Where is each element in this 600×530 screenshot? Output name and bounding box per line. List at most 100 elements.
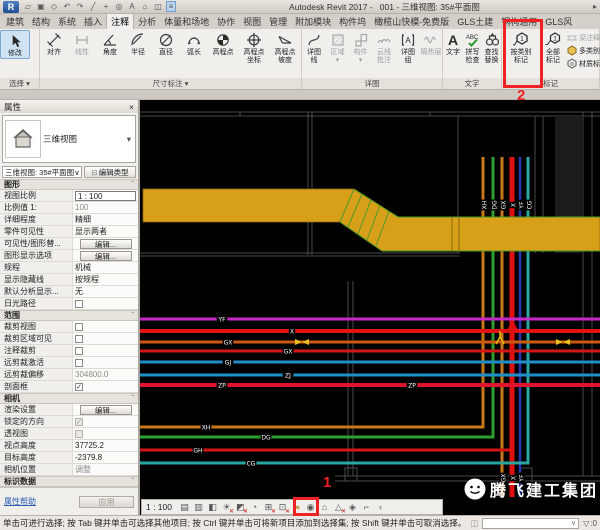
sun-path-icon[interactable]: ☀✕ xyxy=(220,501,233,514)
button-多类别[interactable]: 多类别 xyxy=(566,45,600,57)
edit-button[interactable]: 编辑... xyxy=(80,239,132,249)
button-高程点坡度[interactable]: 高程点 坡度 xyxy=(270,30,300,64)
edit-type-button[interactable]: ⊟编辑类型 xyxy=(84,166,136,178)
detail-level-icon[interactable]: ▥ xyxy=(192,501,205,514)
tab-分析[interactable]: 分析 xyxy=(134,14,160,29)
tab-附加模块[interactable]: 附加模块 xyxy=(291,14,335,29)
tab-插入[interactable]: 插入 xyxy=(80,14,106,29)
default-3d-view-icon[interactable]: ⌂ xyxy=(140,2,150,11)
undo-icon[interactable]: ↶ xyxy=(62,2,72,11)
design-option-selector[interactable]: ∨ xyxy=(482,518,579,529)
tab-GLS土建[interactable]: GLS土建 xyxy=(453,14,497,29)
svg-text:ZP: ZP xyxy=(218,382,226,389)
properties-help-link[interactable]: 属性帮助 xyxy=(4,496,36,507)
button-查找替换[interactable]: 查找 替换 xyxy=(482,30,501,64)
thin-lines-icon[interactable]: ≡ xyxy=(166,1,176,12)
reveal-hidden-elements-icon[interactable]: ◉ xyxy=(304,501,317,514)
displacement-sets-icon[interactable]: ◈ xyxy=(346,501,359,514)
tab-体量和场地[interactable]: 体量和场地 xyxy=(160,14,213,29)
tab-管理[interactable]: 管理 xyxy=(265,14,291,29)
measure-icon[interactable]: ╱ xyxy=(88,2,98,11)
checkbox[interactable] xyxy=(75,300,83,308)
tab-建筑[interactable]: 建筑 xyxy=(2,14,28,29)
tag-icon[interactable]: ◎ xyxy=(114,2,124,11)
button-详图线[interactable]: 详图 线 xyxy=(302,30,326,64)
shadows-icon[interactable]: ◩✕ xyxy=(234,501,247,514)
tab-GLS风[interactable]: GLS风 xyxy=(541,14,576,29)
open-icon[interactable]: ▱ xyxy=(23,2,33,11)
tab-橄榄山快模-免费版[interactable]: 橄榄山快模-免费版 xyxy=(370,14,453,29)
selection-filter[interactable]: ▽ :0 xyxy=(583,519,597,528)
crop-view-icon[interactable]: ⊞✕ xyxy=(262,501,275,514)
temporary-view-properties-icon[interactable]: ⌂ xyxy=(318,501,331,514)
panel-label[interactable]: 选择 ▾ xyxy=(0,78,39,89)
checkbox[interactable]: ✓ xyxy=(75,383,83,391)
revit-logo[interactable]: R xyxy=(3,1,19,13)
panel-label[interactable]: 详图 xyxy=(302,78,442,89)
worksharing-display-icon[interactable]: ⌐ xyxy=(360,501,373,514)
button-区域▾[interactable]: 区域 ▾ xyxy=(326,30,349,64)
button-隔热层[interactable]: 隔热层 xyxy=(420,30,442,57)
button-直径[interactable]: 直径 xyxy=(152,30,180,57)
button-线性[interactable]: 线性 xyxy=(68,30,96,57)
edit-button[interactable]: 编辑... xyxy=(80,251,132,261)
title-overflow-icon[interactable]: ▸ xyxy=(593,2,597,11)
section-header-图形[interactable]: 图形ˆ xyxy=(0,179,138,190)
panel-label[interactable]: 尺寸标注 ▾ xyxy=(40,78,301,89)
section-header-标识数据[interactable]: 标识数据ˆ xyxy=(0,476,138,487)
aligned-dimension-icon[interactable]: + xyxy=(101,2,111,11)
tab-视图[interactable]: 视图 xyxy=(239,14,265,29)
checkbox[interactable] xyxy=(75,335,83,343)
button-文字[interactable]: A文字 xyxy=(443,30,463,57)
button-弧长[interactable]: 弧长 xyxy=(180,30,208,57)
sketchy-lines-icon[interactable]: ◔ xyxy=(248,501,261,514)
button-按类别标记[interactable]: 1按类别 标记 xyxy=(502,30,540,64)
checkbox[interactable] xyxy=(75,323,83,331)
text-icon[interactable]: A xyxy=(127,2,137,11)
button-材质标[interactable]: 材质标 xyxy=(566,58,600,70)
panel-label[interactable]: 文字 xyxy=(443,78,501,89)
section-header-相机[interactable]: 相机ˆ xyxy=(0,393,138,404)
model-view[interactable]: YFXGXGXGJZJZPZPGHXHXHDGDGGXGXXXYFYFCGCG xyxy=(140,100,600,515)
button-角度[interactable]: 角度 xyxy=(96,30,124,57)
instance-selector[interactable]: 三维视图: 35#平面图∨ xyxy=(2,166,82,178)
button-详图组[interactable]: A详图 组 xyxy=(396,30,420,64)
analytical-model-icon[interactable]: △✕ xyxy=(332,501,345,514)
tab-注释[interactable]: 注释 xyxy=(106,14,134,29)
chevron-down-icon[interactable]: ▾ xyxy=(127,134,135,145)
checkbox[interactable] xyxy=(75,347,83,355)
button-对齐[interactable]: 对齐 xyxy=(40,30,68,57)
button-云线批注[interactable]: 云线 批注 xyxy=(372,30,396,64)
button-修改[interactable]: 修改 xyxy=(0,30,30,59)
button-全部标记[interactable]: 1全部 标记 xyxy=(540,30,566,64)
tab-结构[interactable]: 结构 xyxy=(28,14,54,29)
checkbox[interactable] xyxy=(75,359,83,367)
sync-icon[interactable]: ◇ xyxy=(49,2,59,11)
redo-icon[interactable]: ↷ xyxy=(75,2,85,11)
show-crop-region-icon[interactable]: ⊡✕ xyxy=(276,501,289,514)
tab-协作[interactable]: 协作 xyxy=(213,14,239,29)
button-梁注释[interactable]: 梁注释 xyxy=(566,32,600,44)
tab-构件坞[interactable]: 构件坞 xyxy=(335,14,370,29)
visual-style-icon[interactable]: ◧ xyxy=(206,501,219,514)
button-高程点[interactable]: 高程点 xyxy=(208,30,238,57)
apply-button[interactable]: 应用 xyxy=(79,496,134,508)
edit-button[interactable]: 编辑... xyxy=(80,405,132,415)
button-拼写检查[interactable]: ABC拼写 检查 xyxy=(463,30,482,64)
button-半径[interactable]: 半径 xyxy=(124,30,152,57)
section-header-范围[interactable]: 范围ˆ xyxy=(0,310,138,321)
scale-icon[interactable]: ▤ xyxy=(178,501,191,514)
drawing-area[interactable]: YFXGXGXGJZJZPZPGHXHXHDGDGGXGXXXYFYFCGCG … xyxy=(140,100,600,515)
tab-系统[interactable]: 系统 xyxy=(54,14,80,29)
expand-icon[interactable]: ‹ xyxy=(374,501,387,514)
tab-钢构通用[interactable]: 钢构通用 xyxy=(497,14,541,29)
button-高程点坐标[interactable]: 高程点 坐标 xyxy=(238,30,270,64)
close-icon[interactable]: × xyxy=(129,102,134,112)
value-input[interactable]: 1 : 100 xyxy=(75,191,136,201)
view-scale-button[interactable]: 1 : 100 xyxy=(146,502,172,512)
button-构件▾[interactable]: 构件 ▾ xyxy=(349,30,372,64)
temporary-hide-isolate-icon[interactable]: ∞ xyxy=(290,501,303,514)
type-selector[interactable]: 三维视图 ▾ xyxy=(2,115,136,163)
section-icon[interactable]: ◫ xyxy=(153,2,163,11)
save-icon[interactable]: ▣ xyxy=(36,2,46,11)
